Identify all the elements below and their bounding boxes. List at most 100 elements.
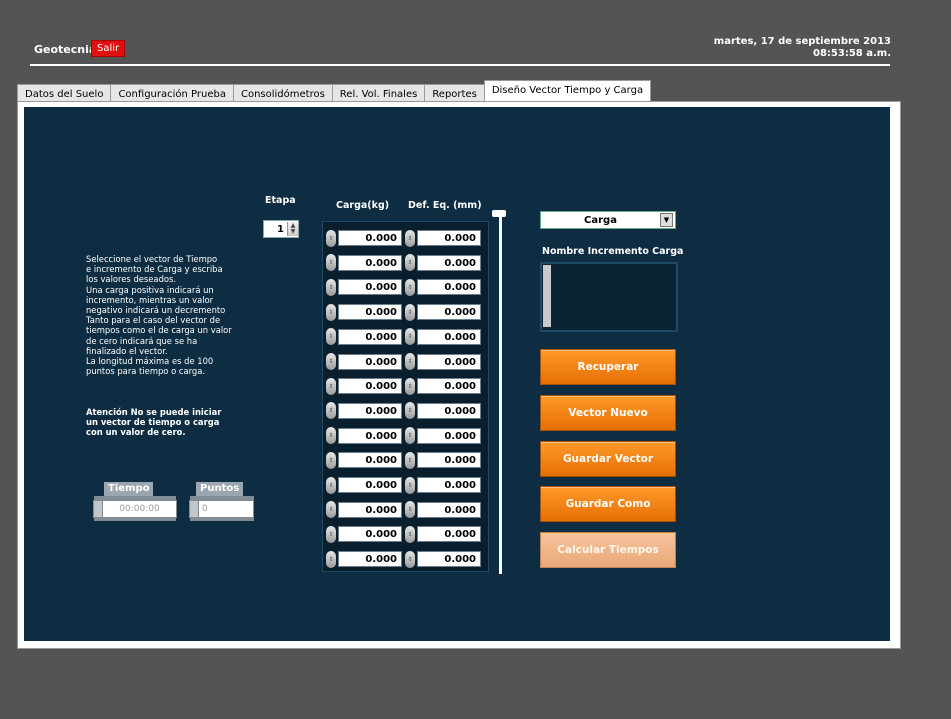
- date-text: martes, 17 de septiembre 2013: [713, 36, 891, 47]
- carga-index-spinner-icon[interactable]: ⇕: [326, 451, 336, 469]
- carga-index-spinner-icon[interactable]: ⇕: [326, 229, 336, 247]
- puntos-spinner-icon: [190, 501, 199, 517]
- carga-value-field[interactable]: 0.000: [338, 304, 402, 321]
- carga-index-spinner-icon[interactable]: ⇕: [326, 550, 336, 568]
- tiempo-label: Tiempo: [104, 482, 154, 496]
- recuperar-button[interactable]: Recuperar: [540, 349, 676, 385]
- table-row: ⇕ 0.000 ⇕ 0.000: [326, 476, 484, 494]
- vector-type-value: Carga: [584, 214, 617, 226]
- etapa-label: Etapa: [265, 195, 296, 206]
- def-value-field[interactable]: 0.000: [417, 254, 481, 271]
- table-row: ⇕ 0.000 ⇕ 0.000: [326, 278, 484, 296]
- carga-index-spinner-icon[interactable]: ⇕: [326, 254, 336, 272]
- def-value-field[interactable]: 0.000: [417, 402, 481, 419]
- table-row: ⇕ 0.000 ⇕ 0.000: [326, 328, 484, 346]
- def-index-spinner-icon[interactable]: ⇕: [405, 377, 415, 395]
- def-value-field[interactable]: 0.000: [417, 452, 481, 469]
- header-divider: [30, 64, 890, 66]
- guardar-como-button[interactable]: Guardar Como: [540, 486, 676, 522]
- puntos-display: 0: [189, 500, 254, 518]
- puntos-label: Puntos: [196, 482, 244, 496]
- carga-index-spinner-icon[interactable]: ⇕: [326, 353, 336, 370]
- name-input-scrollbar[interactable]: [543, 265, 551, 327]
- def-index-spinner-icon[interactable]: ⇕: [405, 303, 415, 321]
- carga-value-field[interactable]: 0.000: [338, 230, 402, 246]
- carga-column-header: Carga(kg): [336, 200, 390, 211]
- def-index-spinner-icon[interactable]: ⇕: [405, 451, 415, 469]
- vector-design-panel: Seleccione el vector de Tiempo e increme…: [24, 107, 890, 641]
- carga-value-field[interactable]: 0.000: [338, 254, 402, 271]
- def-value-field[interactable]: 0.000: [417, 477, 481, 493]
- carga-value-field[interactable]: 0.000: [338, 427, 402, 444]
- tiempo-value: 00:00:00: [119, 504, 160, 514]
- guardar-vector-button[interactable]: Guardar Vector: [540, 441, 676, 477]
- def-value-field[interactable]: 0.000: [417, 378, 481, 395]
- exit-button[interactable]: Salir: [91, 40, 126, 57]
- def-value-field[interactable]: 0.000: [417, 230, 481, 246]
- carga-value-field[interactable]: 0.000: [338, 279, 402, 296]
- def-index-spinner-icon[interactable]: ⇕: [405, 328, 415, 346]
- datetime-display: martes, 17 de septiembre 2013 08:53:58 a…: [714, 36, 891, 60]
- carga-value-field[interactable]: 0.000: [338, 378, 402, 395]
- carga-index-spinner-icon[interactable]: ⇕: [326, 328, 336, 346]
- def-value-field[interactable]: 0.000: [417, 551, 481, 568]
- table-row: ⇕ 0.000 ⇕ 0.000: [326, 303, 484, 321]
- carga-index-spinner-icon[interactable]: ⇕: [326, 476, 336, 494]
- carga-index-spinner-icon[interactable]: ⇕: [326, 525, 336, 543]
- table-scrollbar[interactable]: [499, 214, 502, 574]
- def-index-spinner-icon[interactable]: ⇕: [405, 402, 415, 420]
- carga-value-field[interactable]: 0.000: [338, 353, 402, 370]
- carga-index-spinner-icon[interactable]: ⇕: [326, 278, 336, 296]
- puntos-value: 0: [202, 504, 208, 514]
- carga-value-field[interactable]: 0.000: [338, 402, 402, 419]
- def-value-field[interactable]: 0.000: [417, 328, 481, 345]
- def-column-header: Def. Eq. (mm): [408, 200, 482, 211]
- tiempo-display: 00:00:00: [93, 500, 177, 518]
- table-row: ⇕ 0.000 ⇕ 0.000: [326, 550, 484, 568]
- warning-text: Atención No se puede iniciar un vector d…: [86, 407, 222, 438]
- def-value-field[interactable]: 0.000: [417, 353, 481, 370]
- table-row: ⇕ 0.000 ⇕ 0.000: [326, 229, 484, 247]
- calcular-tiempos-button[interactable]: Calcular Tiempos: [540, 532, 676, 568]
- tiempo-spinner-icon: [94, 501, 103, 517]
- carga-value-field[interactable]: 0.000: [338, 501, 402, 518]
- def-index-spinner-icon[interactable]: ⇕: [405, 427, 415, 445]
- carga-index-spinner-icon[interactable]: ⇕: [326, 427, 336, 445]
- etapa-value: 1: [277, 223, 284, 235]
- carga-index-spinner-icon[interactable]: ⇕: [326, 303, 336, 321]
- table-row: ⇕ 0.000 ⇕ 0.000: [326, 525, 484, 543]
- carga-value-field[interactable]: 0.000: [338, 551, 402, 568]
- vector-nuevo-button[interactable]: Vector Nuevo: [540, 395, 676, 431]
- table-scroll-thumb[interactable]: [492, 210, 506, 217]
- def-index-spinner-icon[interactable]: ⇕: [405, 254, 415, 272]
- time-text: 08:53:58 a.m.: [813, 48, 891, 59]
- table-row: ⇕ 0.000 ⇕ 0.000: [326, 353, 484, 371]
- vector-type-select[interactable]: Carga ▼: [540, 211, 676, 229]
- def-index-spinner-icon[interactable]: ⇕: [405, 353, 415, 370]
- def-index-spinner-icon[interactable]: ⇕: [405, 476, 415, 494]
- def-value-field[interactable]: 0.000: [417, 501, 481, 518]
- def-value-field[interactable]: 0.000: [417, 304, 481, 321]
- def-index-spinner-icon[interactable]: ⇕: [405, 525, 415, 543]
- carga-value-field[interactable]: 0.000: [338, 452, 402, 469]
- def-index-spinner-icon[interactable]: ⇕: [405, 229, 415, 247]
- carga-value-field[interactable]: 0.000: [338, 477, 402, 493]
- carga-value-field[interactable]: 0.000: [338, 526, 402, 543]
- carga-index-spinner-icon[interactable]: ⇕: [326, 377, 336, 395]
- chevron-down-icon[interactable]: ▼: [660, 213, 673, 227]
- etapa-stepper[interactable]: 1 ▲ ▼: [263, 220, 299, 238]
- carga-index-spinner-icon[interactable]: ⇕: [326, 402, 336, 420]
- def-value-field[interactable]: 0.000: [417, 526, 481, 543]
- def-value-field[interactable]: 0.000: [417, 427, 481, 444]
- def-value-field[interactable]: 0.000: [417, 279, 481, 296]
- stepper-arrows-icon[interactable]: ▲ ▼: [287, 222, 298, 236]
- def-index-spinner-icon[interactable]: ⇕: [405, 501, 415, 519]
- carga-value-field[interactable]: 0.000: [338, 328, 402, 345]
- table-row: ⇕ 0.000 ⇕ 0.000: [326, 402, 484, 420]
- name-input[interactable]: [540, 262, 678, 332]
- name-field-label: Nombre Incremento Carga: [542, 246, 684, 257]
- carga-index-spinner-icon[interactable]: ⇕: [326, 501, 336, 519]
- def-index-spinner-icon[interactable]: ⇕: [405, 278, 415, 296]
- def-index-spinner-icon[interactable]: ⇕: [405, 550, 415, 568]
- app-title: Geotecnia: [34, 43, 97, 56]
